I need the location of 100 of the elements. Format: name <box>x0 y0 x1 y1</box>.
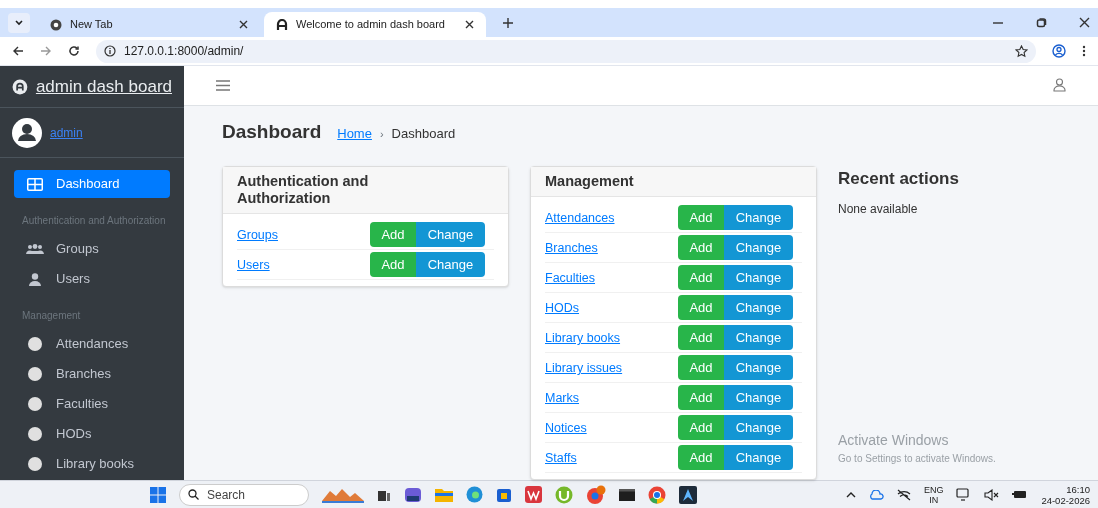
browser-icon[interactable] <box>466 486 483 503</box>
profile-icon[interactable] <box>1052 44 1066 58</box>
sidebar-item[interactable]: Users <box>14 265 170 293</box>
change-button[interactable]: Change <box>724 385 793 410</box>
change-button[interactable]: Change <box>724 445 793 470</box>
clock[interactable]: 16:10 24-02-2026 <box>1041 483 1090 506</box>
avatar-icon <box>12 117 42 148</box>
change-button[interactable]: Change <box>416 222 485 247</box>
activation-subtitle: Go to Settings to activate Windows. <box>838 452 997 466</box>
model-link[interactable]: Branches <box>545 241 598 255</box>
user-icon[interactable] <box>1053 78 1066 93</box>
star-icon[interactable] <box>1015 44 1028 58</box>
chevron-up-icon[interactable] <box>845 491 856 498</box>
no-network-icon[interactable] <box>896 488 911 501</box>
grid-icon <box>27 177 43 191</box>
tab-list-button[interactable] <box>8 12 30 33</box>
add-button[interactable]: Add <box>370 222 416 247</box>
change-button[interactable]: Change <box>724 205 793 230</box>
sidebar-item[interactable]: Groups <box>14 235 170 263</box>
back-icon[interactable] <box>12 45 24 57</box>
forward-icon[interactable] <box>40 45 52 57</box>
browser-tab[interactable]: Welcome to admin dash board <box>264 12 486 37</box>
breadcrumb-separator: › <box>379 126 384 142</box>
sidebar-item[interactable]: Faculties <box>14 390 170 418</box>
add-button[interactable]: Add <box>678 355 724 380</box>
change-button[interactable]: Change <box>724 265 793 290</box>
change-button[interactable]: Change <box>416 252 485 277</box>
page-title: Dashboard <box>222 119 322 144</box>
browser-tab[interactable]: New Tab <box>38 12 260 37</box>
add-button[interactable]: Add <box>678 265 724 290</box>
sidebar-item[interactable]: Dashboard <box>14 170 170 198</box>
logo-icon <box>276 18 288 31</box>
change-button[interactable]: Change <box>724 325 793 350</box>
breadcrumb-link[interactable]: Home <box>337 123 372 144</box>
model-link[interactable]: Notices <box>545 421 587 435</box>
section-heading: Authentication and Authorization <box>21 214 167 227</box>
chrome-icon[interactable] <box>648 485 666 504</box>
model-link[interactable]: Library issues <box>545 361 623 375</box>
circle-icon <box>28 457 42 471</box>
terminal-icon[interactable] <box>619 487 635 502</box>
add-button[interactable]: Add <box>370 252 416 277</box>
sidebar-item[interactable]: Library books <box>14 450 170 478</box>
search-icon <box>188 489 199 500</box>
circle-icon <box>28 337 42 351</box>
add-button[interactable]: Add <box>678 295 724 320</box>
breadcrumb-current: Dashboard <box>391 124 456 143</box>
language-indicator[interactable]: ENG IN <box>923 484 944 505</box>
model-link[interactable]: Library books <box>545 331 621 345</box>
model-link[interactable]: Staffs <box>545 451 577 465</box>
add-button[interactable]: Add <box>678 325 724 350</box>
brand-link[interactable]: admin dash board <box>35 73 172 100</box>
user-link[interactable]: admin <box>50 123 83 142</box>
close-icon[interactable] <box>1079 17 1090 28</box>
model-link[interactable]: Marks <box>545 391 580 405</box>
store-icon[interactable] <box>496 486 512 503</box>
group-icon <box>26 244 44 254</box>
change-button[interactable]: Change <box>724 295 793 320</box>
model-link[interactable]: HODs <box>545 301 580 315</box>
close-icon[interactable] <box>239 20 248 29</box>
triangle-app-icon[interactable] <box>679 485 697 504</box>
cloud-icon[interactable] <box>868 489 884 500</box>
add-button[interactable]: Add <box>678 235 724 260</box>
model-link[interactable]: Groups <box>237 228 278 242</box>
start-icon[interactable] <box>150 486 166 503</box>
change-button[interactable]: Change <box>724 415 793 440</box>
model-link[interactable]: Faculties <box>545 271 596 285</box>
sidebar-item[interactable]: HODs <box>14 420 170 448</box>
reload-icon[interactable] <box>68 45 80 57</box>
office-icon[interactable] <box>525 486 542 503</box>
add-button[interactable]: Add <box>678 205 724 230</box>
display-icon[interactable] <box>956 488 972 501</box>
change-button[interactable]: Change <box>724 235 793 260</box>
muted-speaker-icon[interactable] <box>984 488 1000 501</box>
user-icon <box>29 272 41 286</box>
model-link[interactable]: Attendances <box>545 211 615 225</box>
landscape-icon[interactable] <box>322 486 364 503</box>
folder-icon[interactable] <box>435 487 453 502</box>
activation-title: Activate Windows <box>838 431 950 450</box>
change-button[interactable]: Change <box>724 355 793 380</box>
card-title: Management <box>545 173 635 190</box>
circle-icon <box>28 367 42 381</box>
search-field[interactable]: Search <box>179 483 309 506</box>
sidebar-item[interactable]: Branches <box>14 360 170 388</box>
new-tab-icon[interactable] <box>502 16 514 29</box>
model-link[interactable]: Users <box>237 258 270 272</box>
circle-icon <box>28 397 42 411</box>
restore-icon[interactable] <box>1036 17 1047 28</box>
recent-actions-heading: Recent actions <box>838 168 960 190</box>
chrome-icon <box>50 18 62 31</box>
add-button[interactable]: Add <box>678 445 724 470</box>
add-button[interactable]: Add <box>678 385 724 410</box>
add-button[interactable]: Add <box>678 415 724 440</box>
sidebar-item[interactable]: Attendances <box>14 330 170 358</box>
address-bar[interactable]: 127.0.0.1:8000/admin/ <box>96 39 1036 63</box>
more-icon[interactable] <box>1082 45 1086 57</box>
battery-icon[interactable] <box>1012 489 1029 500</box>
caret-icon <box>15 19 23 26</box>
close-icon[interactable] <box>465 20 474 29</box>
app-icon[interactable] <box>404 486 422 503</box>
menu-icon[interactable] <box>216 79 230 91</box>
